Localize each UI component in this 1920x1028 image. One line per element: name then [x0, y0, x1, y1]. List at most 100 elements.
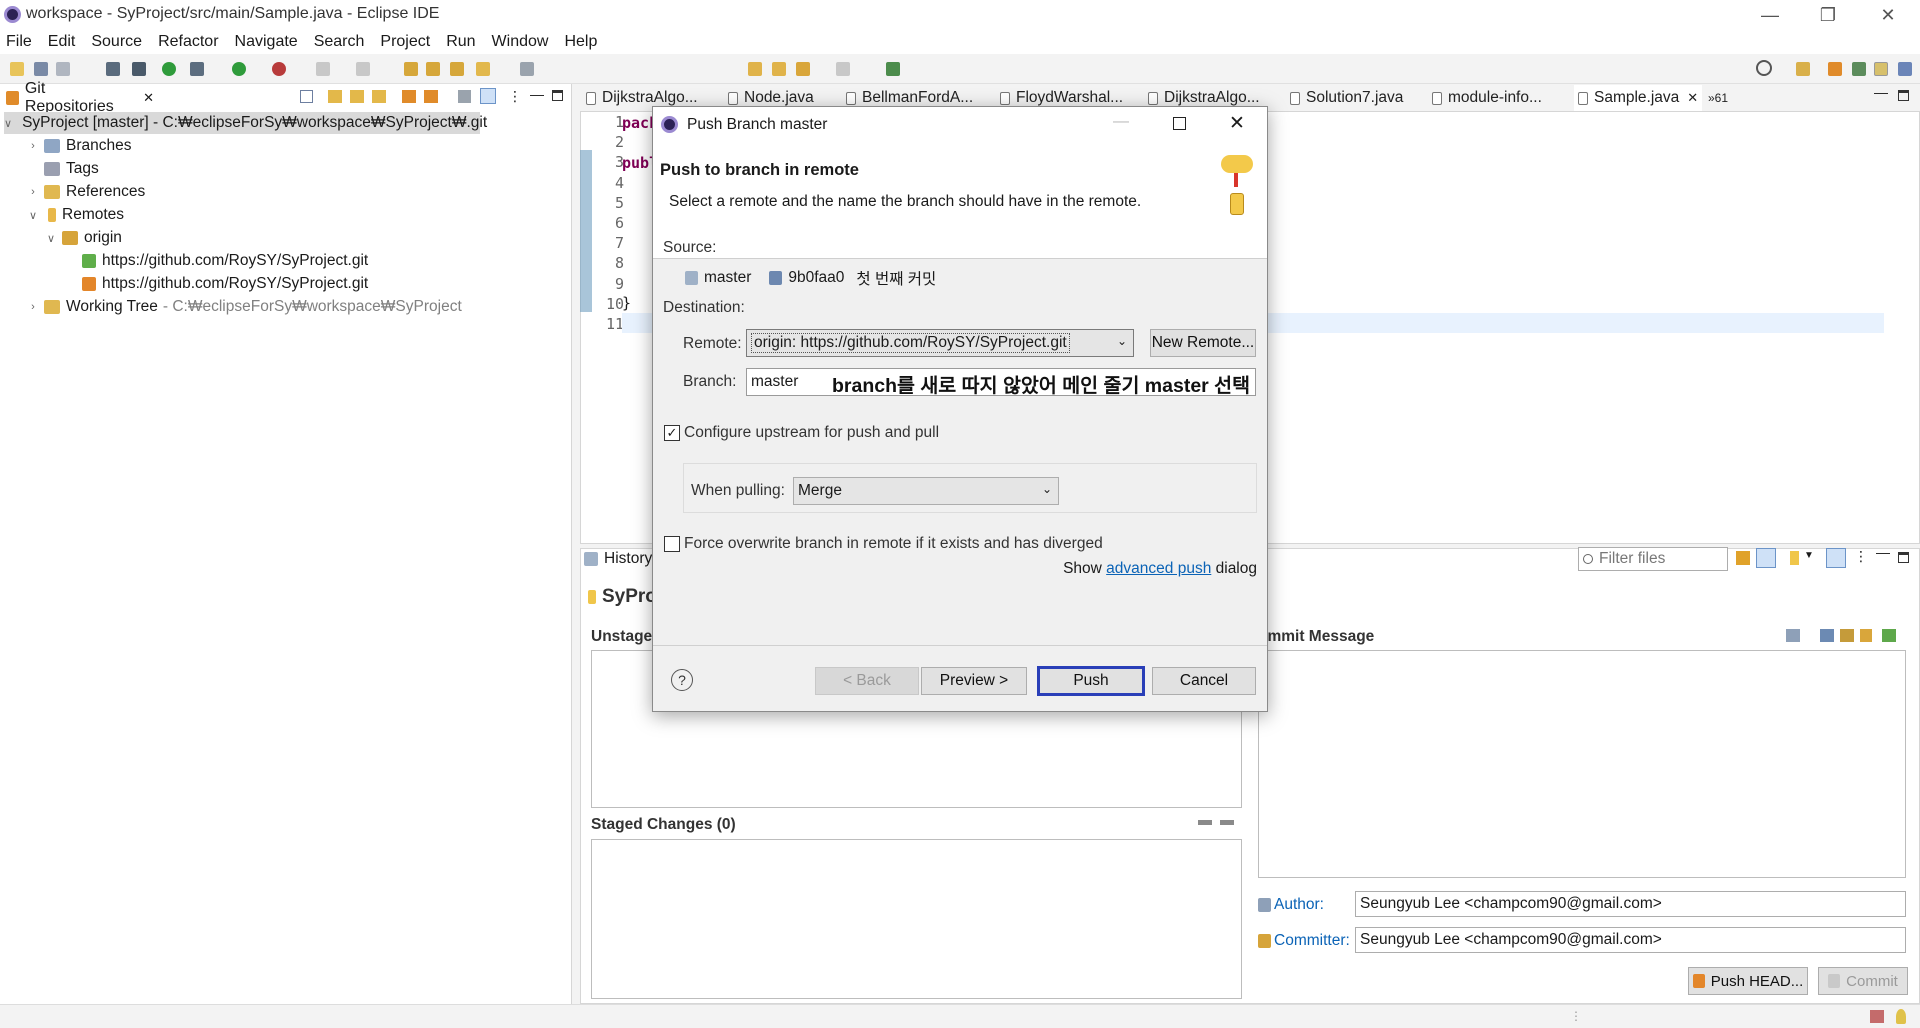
pin-editor-icon[interactable]: [886, 62, 900, 76]
filter-icon[interactable]: [480, 88, 496, 104]
push-button[interactable]: Push: [1037, 666, 1145, 696]
staged-list[interactable]: [591, 839, 1242, 999]
stop-icon[interactable]: [316, 62, 330, 76]
editor-tab[interactable]: Solution7.java: [1290, 86, 1403, 110]
close-tab-icon[interactable]: ✕: [143, 90, 154, 106]
force-overwrite-checkbox[interactable]: [664, 536, 680, 552]
minimize-view-icon[interactable]: —: [1876, 544, 1890, 560]
change-id-icon[interactable]: [1882, 629, 1896, 642]
save-icon[interactable]: [34, 62, 48, 76]
chevron-right-icon[interactable]: ›: [26, 186, 40, 198]
preview-button[interactable]: Preview >: [921, 667, 1027, 695]
menu-search[interactable]: Search: [314, 33, 365, 51]
chevron-down-icon[interactable]: ▼: [1804, 550, 1814, 561]
add-repo-icon[interactable]: [350, 90, 364, 103]
editor-tab[interactable]: module-info...: [1432, 86, 1542, 110]
menu-file[interactable]: File: [6, 33, 32, 51]
refresh-icon[interactable]: [424, 90, 438, 103]
menu-source[interactable]: Source: [91, 33, 142, 51]
remove-icon[interactable]: [1220, 820, 1234, 825]
external-tools-icon[interactable]: [356, 62, 370, 76]
minimize-editor-icon[interactable]: —: [1874, 84, 1888, 100]
run-icon[interactable]: [232, 62, 246, 76]
close-tab-icon[interactable]: ✕: [1687, 90, 1698, 106]
debug-icon[interactable]: [190, 62, 204, 76]
debug-perspective-icon[interactable]: [1852, 62, 1866, 76]
chevron-right-icon[interactable]: ›: [26, 140, 40, 152]
refresh-icon[interactable]: [1736, 551, 1750, 565]
repository-select-icon[interactable]: [1790, 551, 1799, 565]
save-all-icon[interactable]: [56, 62, 70, 76]
help-icon[interactable]: ?: [671, 669, 693, 691]
menu-run[interactable]: Run: [446, 33, 475, 51]
view-menu-icon[interactable]: ⋮: [1854, 548, 1868, 565]
push-head-button[interactable]: Push HEAD...: [1688, 967, 1808, 995]
open-folder-icon[interactable]: [426, 62, 440, 76]
java-perspective-icon[interactable]: [1874, 62, 1888, 76]
tree-row-references[interactable]: › References: [26, 181, 145, 203]
chevron-down-icon[interactable]: ⌄: [1042, 482, 1052, 496]
coverage-icon[interactable]: [272, 62, 286, 76]
console-icon[interactable]: [132, 62, 146, 76]
create-repo-icon[interactable]: [402, 90, 416, 103]
menu-edit[interactable]: Edit: [48, 33, 76, 51]
tree-row-repo[interactable]: ∨ SyProject [master] - C:₩eclipseForSy₩w…: [4, 112, 487, 134]
back-icon[interactable]: [748, 62, 762, 76]
new-icon[interactable]: [10, 62, 24, 76]
tree-row-push-url[interactable]: https://github.com/RoySY/SyProject.git: [82, 273, 368, 295]
notification-icon[interactable]: [1870, 1010, 1884, 1023]
tree-row-origin[interactable]: ∨ origin: [44, 227, 122, 249]
menu-help[interactable]: Help: [564, 33, 597, 51]
author-input[interactable]: Seungyub Lee <champcom90@gmail.com>: [1355, 891, 1906, 917]
link-editor-icon[interactable]: [328, 90, 342, 103]
edit-icon[interactable]: [1840, 629, 1854, 642]
menu-refactor[interactable]: Refactor: [158, 33, 218, 51]
open-perspective-icon[interactable]: [1796, 62, 1810, 76]
minimize-view-icon[interactable]: —: [530, 86, 544, 102]
new-remote-button[interactable]: New Remote...: [1150, 329, 1256, 357]
chevron-down-icon[interactable]: ∨: [4, 117, 12, 130]
clone-repo-icon[interactable]: [372, 90, 386, 103]
dialog-minimize-button[interactable]: —: [1113, 113, 1129, 131]
tree-row-working-tree[interactable]: › Working Tree - C:₩eclipseForSy₩workspa…: [26, 296, 462, 318]
menu-project[interactable]: Project: [380, 33, 430, 51]
open-task-icon[interactable]: [450, 62, 464, 76]
menu-window[interactable]: Window: [492, 33, 549, 51]
filter-files-input[interactable]: Filter files: [1578, 547, 1728, 571]
advanced-push-link[interactable]: advanced push: [1106, 560, 1211, 577]
forward-icon[interactable]: [772, 62, 786, 76]
when-pulling-select[interactable]: Merge ⌄: [793, 477, 1059, 505]
chevron-down-icon[interactable]: ∨: [44, 232, 58, 245]
editor-vscrollbar[interactable]: [1884, 114, 1898, 514]
maximize-view-icon[interactable]: [1898, 552, 1909, 563]
close-button[interactable]: ✕: [1860, 0, 1916, 30]
terminal-icon[interactable]: [106, 62, 120, 76]
nav-back-icon[interactable]: [796, 62, 810, 76]
java-ee-perspective-icon[interactable]: [1898, 62, 1912, 76]
annotation-next-icon[interactable]: [520, 62, 534, 76]
configure-upstream-checkbox[interactable]: ✓: [664, 425, 680, 441]
git-perspective-icon[interactable]: [1828, 62, 1842, 76]
collapse-all-icon[interactable]: [300, 90, 313, 103]
unstage-all-icon[interactable]: [1198, 820, 1212, 825]
dialog-maximize-button[interactable]: [1173, 117, 1186, 130]
tip-icon[interactable]: [1896, 1009, 1906, 1024]
maximize-view-icon[interactable]: [552, 90, 563, 101]
open-type-icon[interactable]: [404, 62, 418, 76]
search-tool-icon[interactable]: [476, 62, 490, 76]
chevron-right-icon[interactable]: ›: [26, 301, 40, 313]
signoff-icon[interactable]: [1820, 629, 1834, 642]
commit-message-input[interactable]: [1258, 650, 1906, 878]
tree-row-remotes[interactable]: ∨ Remotes: [26, 204, 124, 226]
search-icon[interactable]: [1756, 60, 1772, 76]
committer-input[interactable]: Seungyub Lee <champcom90@gmail.com>: [1355, 927, 1906, 953]
chevron-down-icon[interactable]: ⌄: [1117, 334, 1127, 348]
nav-forward-icon[interactable]: [836, 62, 850, 76]
skip-breakpoints-icon[interactable]: [162, 62, 176, 76]
restore-button[interactable]: ❐: [1800, 0, 1856, 30]
commit-button[interactable]: Commit: [1818, 967, 1908, 995]
tree-row-fetch-url[interactable]: https://github.com/RoySY/SyProject.git: [82, 250, 368, 272]
dialog-close-button[interactable]: ✕: [1229, 112, 1245, 135]
tab-git-repositories[interactable]: Git Repositories ✕: [0, 80, 160, 115]
tree-row-branches[interactable]: › Branches: [26, 135, 131, 157]
